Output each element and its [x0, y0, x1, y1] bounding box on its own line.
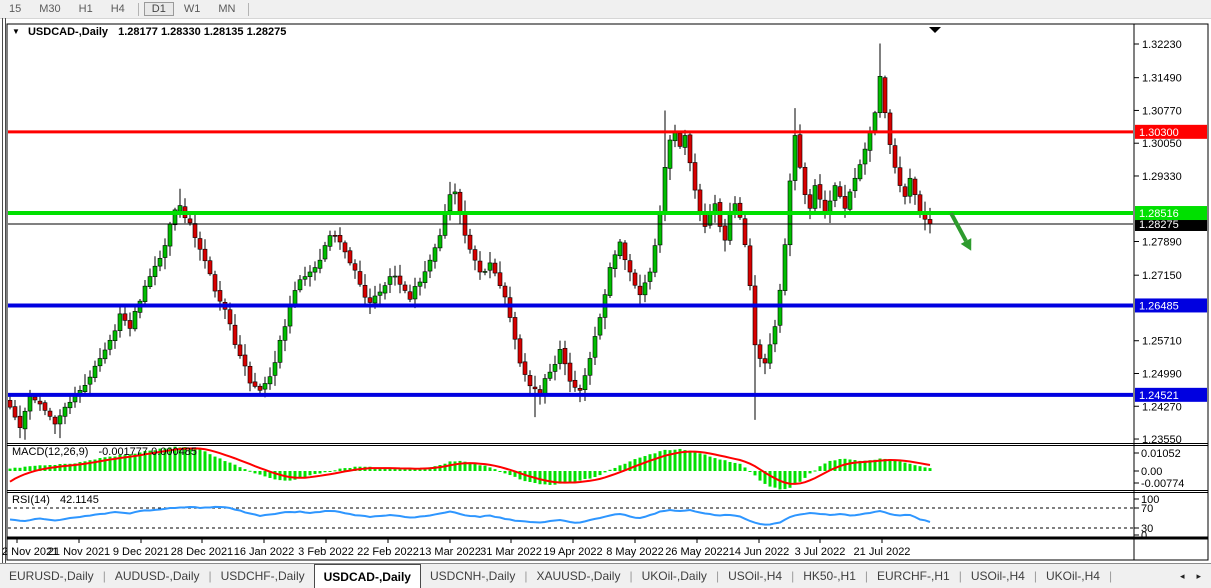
svg-text:1.26485: 1.26485 — [1139, 300, 1179, 312]
svg-text:-0.00774: -0.00774 — [1141, 478, 1184, 490]
rsi-name: RSI(14) — [12, 494, 50, 506]
svg-text:0.00: 0.00 — [1141, 466, 1162, 478]
tab-separator: | — [1108, 569, 1113, 583]
svg-text:1.27890: 1.27890 — [1142, 237, 1182, 249]
pane-frames — [6, 23, 1209, 561]
tab-usoil-h4-10[interactable]: USOil-,H4 — [962, 564, 1034, 588]
rsi-line — [9, 505, 931, 526]
chart-canvas[interactable]: 1.32230 1.31490 1.30770 1.30050 1.29330 1.278… — [0, 18, 1211, 563]
timeframe-button-h1[interactable]: H1 — [71, 2, 101, 16]
tab-xauusd-daily-5[interactable]: XAUUSD-,Daily — [527, 564, 629, 588]
tab-audusd-daily-1[interactable]: AUDUSD-,Daily — [106, 564, 209, 588]
svg-text:1.30770: 1.30770 — [1142, 105, 1182, 117]
tab-hk50-h1-8[interactable]: HK50-,H1 — [794, 564, 865, 588]
tab-ukoil-h4-11[interactable]: UKOil-,H4 — [1037, 564, 1109, 588]
svg-text:1.30050: 1.30050 — [1142, 138, 1182, 150]
svg-text:1.30300: 1.30300 — [1139, 127, 1179, 139]
rsi-value: 42.1145 — [59, 494, 99, 506]
svg-text:0: 0 — [1141, 530, 1147, 542]
date-label: 3 Jul 2022 — [795, 546, 846, 558]
tab-usdchf-daily-2[interactable]: USDCHF-,Daily — [212, 564, 314, 588]
trend-arrow-annotation[interactable] — [949, 212, 972, 251]
tab-ukoil-daily-6[interactable]: UKOil-,Daily — [633, 564, 716, 588]
date-label: 9 Dec 2021 — [113, 546, 169, 558]
date-label: 3 Feb 2022 — [298, 546, 354, 558]
svg-text:1.27150: 1.27150 — [1142, 270, 1182, 282]
tab-scroll-right-icon[interactable]: ▸ — [1196, 571, 1201, 582]
timeframe-button-15[interactable]: 15 — [1, 2, 29, 16]
toolbar-separator — [137, 2, 139, 16]
macd-name: MACD(12,26,9) — [12, 446, 89, 458]
chart-ohlc-values: 1.28177 1.28330 1.28135 1.28275 — [118, 26, 287, 38]
macd-values: -0.001777 0.000485 — [98, 446, 197, 458]
svg-text:1.24270: 1.24270 — [1142, 401, 1182, 413]
date-label: 21 Jul 2022 — [854, 546, 911, 558]
svg-text:0.01052: 0.01052 — [1141, 448, 1181, 460]
tab-usdcnh-daily-4[interactable]: USDCNH-,Daily — [421, 564, 524, 588]
svg-text:1.28275: 1.28275 — [1139, 219, 1179, 231]
macd-indicator-label: MACD(12,26,9) -0.001777 0.000485 — [12, 446, 197, 458]
svg-text:1.29330: 1.29330 — [1142, 171, 1182, 183]
date-label: 8 May 2022 — [606, 546, 663, 558]
tab-usoil-h4-7[interactable]: USOil-,H4 — [719, 564, 791, 588]
rsi-pane: 10070300 — [8, 494, 1159, 542]
toolbar-separator — [248, 2, 250, 16]
chart-shift-marker-icon[interactable] — [929, 27, 941, 33]
price-axis[interactable]: 1.32230 1.31490 1.30770 1.30050 1.29330 1.278… — [1134, 39, 1207, 446]
tab-scroll-arrows: ◂ ▸ — [1176, 564, 1211, 588]
timeframe-button-d1[interactable]: D1 — [143, 2, 174, 16]
chart-root: 1.32230 1.31490 1.30770 1.30050 1.29330 1.278… — [2, 23, 1209, 561]
tab-eurusd-daily-0[interactable]: EURUSD-,Daily — [0, 564, 103, 588]
rsi-indicator-label: RSI(14) 42.1145 — [12, 494, 99, 506]
date-label: 13 Mar 2022 — [419, 546, 481, 558]
date-label: 26 May 2022 — [665, 546, 729, 558]
tab-eurchf-h1-9[interactable]: EURCHF-,H1 — [868, 564, 959, 588]
chart-tabs-bar: EURUSD-,Daily | AUDUSD-,Daily | USDCHF-,Dail… — [0, 563, 1211, 588]
date-axis[interactable]: 2 Nov 202121 Nov 2021 9 Dec 2021 28 Dec 20… — [2, 539, 910, 558]
date-label: 22 Feb 2022 — [357, 546, 419, 558]
date-label: 31 Mar 2022 — [480, 546, 542, 558]
chart-title: ▼ USDCAD-,Daily 1.28177 1.28330 1.28135 … — [12, 26, 286, 38]
svg-text:1.23550: 1.23550 — [1142, 434, 1182, 446]
candlestick-layer — [8, 43, 933, 440]
timeframe-button-h4[interactable]: H4 — [103, 2, 133, 16]
svg-text:1.24521: 1.24521 — [1139, 390, 1179, 402]
tab-scroll-left-icon[interactable]: ◂ — [1180, 571, 1185, 582]
timeframe-button-w1[interactable]: W1 — [176, 2, 209, 16]
date-label: 14 Jun 2022 — [729, 546, 790, 558]
chart-dropdown-icon[interactable]: ▼ — [12, 27, 20, 36]
timeframe-button-m30[interactable]: M30 — [31, 2, 68, 16]
svg-text:1.25710: 1.25710 — [1142, 336, 1182, 348]
timeframe-toolbar: 15 M30 H1 H4 D1 W1 MN — [0, 0, 1211, 19]
svg-text:1.32230: 1.32230 — [1142, 39, 1182, 51]
svg-text:1.31490: 1.31490 — [1142, 73, 1182, 85]
svg-text:1.28516: 1.28516 — [1139, 208, 1179, 220]
svg-text:70: 70 — [1141, 503, 1153, 515]
chart-symbol-period: USDCAD-,Daily — [27, 26, 109, 38]
date-label: 28 Dec 2021 — [171, 546, 233, 558]
timeframe-button-mn[interactable]: MN — [210, 2, 243, 16]
svg-text:1.24990: 1.24990 — [1142, 368, 1182, 380]
tab-usdcad-daily-3[interactable]: USDCAD-,Daily — [313, 564, 421, 588]
date-label: 19 Apr 2022 — [543, 546, 602, 558]
date-label: 16 Jan 2022 — [234, 546, 295, 558]
date-label: 21 Nov 2021 — [48, 546, 110, 558]
